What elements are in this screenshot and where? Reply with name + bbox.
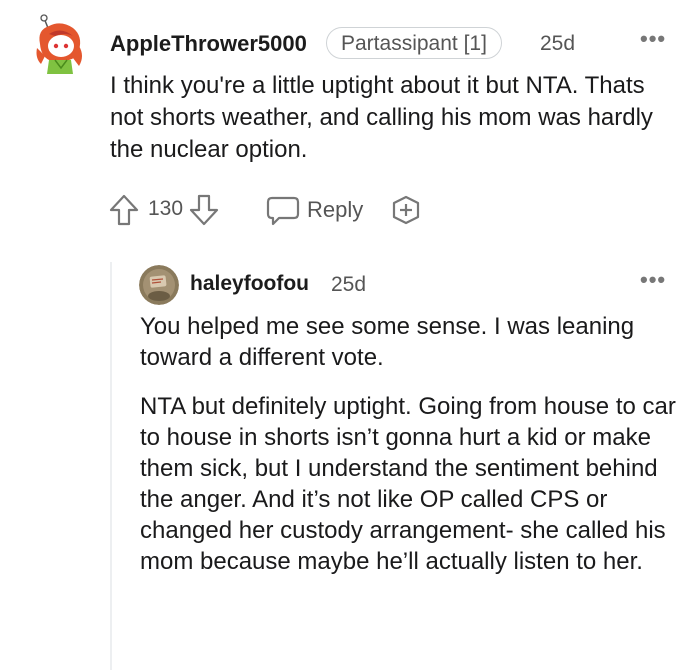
reply-paragraph: NTA but definitely uptight. Going from h… — [140, 393, 676, 575]
reply-icon[interactable] — [265, 192, 301, 228]
reply-button[interactable]: Reply — [307, 197, 363, 223]
user-avatar-icon[interactable] — [139, 265, 179, 305]
award-icon[interactable] — [390, 192, 422, 228]
comment-username[interactable]: AppleThrower5000 — [110, 31, 307, 57]
user-flair: Partassipant [1] — [326, 27, 502, 59]
more-options-icon[interactable]: ••• — [640, 269, 666, 291]
snoo-avatar-icon[interactable] — [35, 14, 85, 76]
thread-line — [110, 262, 112, 670]
comment-body: I think you're a little uptight about it… — [110, 72, 653, 163]
reply-username[interactable]: haleyfoofou — [190, 272, 309, 296]
reply-paragraph: You helped me see some sense. I was lean… — [140, 313, 635, 371]
vote-score: 130 — [148, 197, 184, 220]
reply-body: You helped me see some sense. I was lean… — [140, 311, 685, 577]
downvote-icon[interactable] — [188, 192, 220, 228]
more-options-icon[interactable]: ••• — [640, 28, 666, 50]
comment-age: 25d — [540, 32, 576, 55]
reply-age: 25d — [331, 273, 367, 296]
upvote-icon[interactable] — [108, 192, 140, 228]
